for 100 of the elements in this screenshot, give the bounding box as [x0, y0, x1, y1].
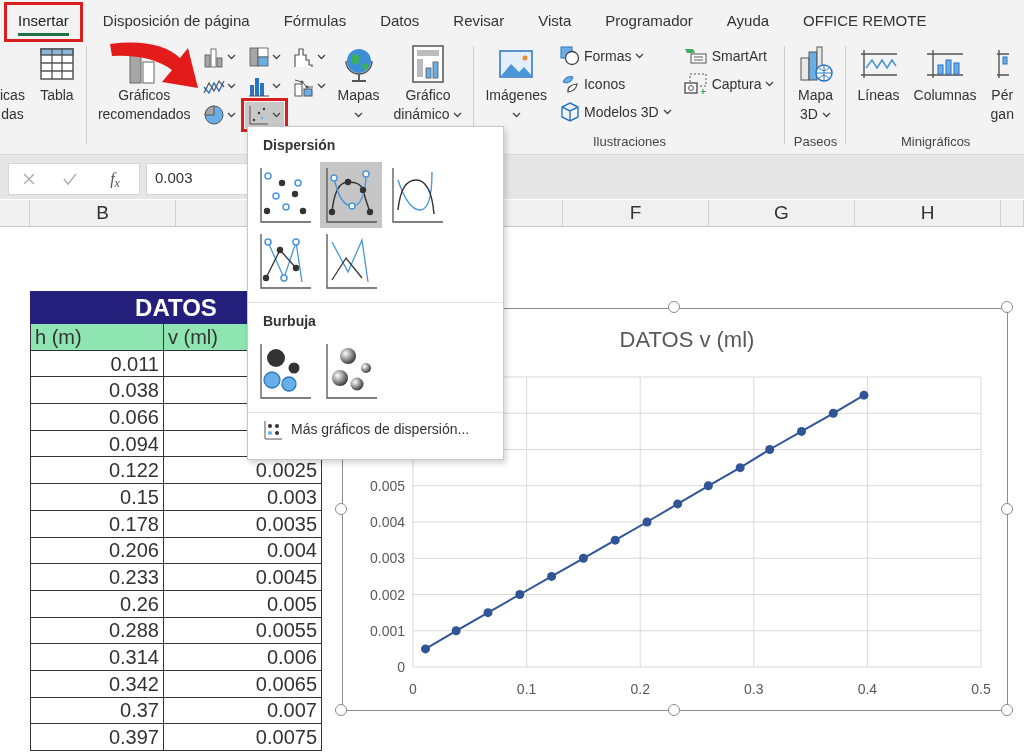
- ribbon-tab[interactable]: Datos: [370, 5, 430, 38]
- column-header[interactable]: H: [855, 200, 1001, 226]
- ribbon-tab[interactable]: Revisar: [443, 5, 515, 38]
- section-title: Dispersión: [262, 136, 337, 155]
- table-cell: 0.122: [30, 456, 164, 484]
- ribbon-button[interactable]: Mapas: [332, 38, 385, 128]
- smooth-lines-icon: [390, 166, 444, 224]
- table-cell: 0.007: [163, 697, 322, 724]
- resize-handle[interactable]: [1001, 301, 1013, 313]
- 3d-bubble-chart-icon: [324, 342, 378, 400]
- data-point: [578, 553, 588, 563]
- data-point: [483, 608, 493, 618]
- column-chart-icon: [202, 46, 225, 68]
- smooth-lines-markers-icon: [324, 166, 378, 224]
- axis-label: 0.4: [857, 681, 878, 697]
- table-cell: 0.0075: [163, 723, 322, 751]
- data-point: [421, 644, 430, 654]
- ribbon-button[interactable]: Modelos 3D: [555, 98, 676, 126]
- ribbon-button[interactable]: Columnas: [908, 38, 982, 109]
- table-cell: 0.26: [30, 590, 164, 618]
- column-sparkline-icon: [925, 48, 966, 80]
- data-point: [451, 626, 461, 636]
- cube-icon: [559, 102, 580, 122]
- chart-document-icon: [410, 44, 446, 84]
- ribbon-tab[interactable]: Programador: [595, 5, 703, 38]
- ribbon-button[interactable]: Gráfico dinámico: [388, 38, 468, 128]
- column-heading: h (m): [30, 323, 164, 351]
- caret-icon: [226, 83, 236, 89]
- camera-icon: [683, 73, 708, 95]
- straight-lines-icon: [324, 232, 378, 290]
- insert-function-button[interactable]: f$_{x}$: [104, 166, 126, 192]
- caret-icon: [662, 109, 672, 115]
- table-cell: 0.178: [30, 510, 164, 537]
- scatter-chart-icon: [247, 104, 270, 126]
- caret-icon: [226, 112, 236, 118]
- column-header[interactable]: F: [563, 200, 709, 226]
- data-point: [828, 408, 838, 418]
- ribbon-tab[interactable]: Fórmulas: [273, 5, 357, 38]
- table-cell: 0.0045: [163, 563, 322, 591]
- table-cell: 0.006: [163, 643, 322, 671]
- table-cell: 0.011: [30, 350, 164, 377]
- table-cell: 0.005: [163, 590, 322, 618]
- column-header[interactable]: B: [30, 200, 176, 226]
- resize-handle[interactable]: [335, 503, 347, 515]
- data-point: [703, 481, 713, 491]
- ribbon-button[interactable]: Tabla: [33, 38, 80, 109]
- caret-icon: [271, 54, 281, 60]
- ribbon-button[interactable]: Gráficos recomendados: [92, 38, 196, 128]
- caret-icon: [765, 81, 775, 87]
- diagram-icon: [683, 46, 708, 66]
- leaf-icon: [559, 74, 580, 94]
- resize-handle[interactable]: [1001, 704, 1013, 716]
- axis-label: 0.5: [971, 681, 991, 697]
- ribbon-button[interactable]: Pér gan: [985, 38, 1019, 128]
- caret-icon: [453, 112, 463, 119]
- data-point: [797, 426, 806, 436]
- treemap-icon: [247, 46, 270, 68]
- axis-label: 0: [409, 681, 417, 697]
- axis-label: 0.003: [369, 550, 405, 567]
- pie-chart-icon: [202, 104, 225, 126]
- ribbon-button[interactable]: Formas: [555, 42, 676, 70]
- group-label: Ilustraciones: [592, 133, 667, 152]
- caret-icon: [511, 112, 521, 119]
- resize-handle[interactable]: [668, 301, 680, 313]
- ribbon-button[interactable]: icas das: [0, 38, 30, 128]
- ribbon-tab[interactable]: Disposición de página: [92, 5, 260, 38]
- data-point: [515, 590, 525, 599]
- ribbon-button[interactable]: Mapa 3D: [791, 38, 840, 128]
- ribbon-tab[interactable]: Vista: [528, 5, 582, 38]
- ribbon-button[interactable]: Imágenes: [480, 38, 552, 128]
- table-cell: 0.003: [163, 483, 322, 511]
- cancel-icon: [22, 172, 37, 186]
- data-point: [735, 463, 745, 473]
- column-header[interactable]: G: [709, 200, 855, 226]
- scatter-markers-icon: [258, 166, 312, 224]
- resize-handle[interactable]: [668, 704, 680, 716]
- table-cell: 0.038: [30, 376, 164, 404]
- caret-icon: [821, 112, 831, 119]
- axis-label: 0.1: [516, 681, 537, 697]
- table-cell: 0.288: [30, 617, 164, 644]
- ribbon-button[interactable]: Captura: [679, 70, 779, 98]
- ribbon-button[interactable]: Líneas: [852, 38, 905, 109]
- scatter-chart-icon: [263, 419, 283, 440]
- resize-handle[interactable]: [1001, 503, 1013, 515]
- ribbon-tab[interactable]: OFFICE REMOTE: [793, 5, 937, 38]
- resize-handle[interactable]: [335, 704, 347, 716]
- group-label: Minigráficos: [900, 133, 972, 152]
- caret-icon: [226, 54, 236, 60]
- sparkline-icon: [995, 48, 1010, 80]
- caret-icon: [316, 54, 326, 60]
- caret-icon: [271, 83, 281, 89]
- ribbon-button[interactable]: SmartArt: [679, 42, 779, 70]
- chart-type-option[interactable]: [320, 162, 382, 228]
- histogram-icon: [247, 75, 270, 97]
- ribbon-tab[interactable]: Ayuda: [716, 5, 780, 38]
- data-point: [547, 571, 557, 581]
- table-cell: 0.094: [30, 430, 164, 457]
- ribbon-button[interactable]: Iconos: [555, 70, 676, 98]
- line-sparkline-icon: [858, 48, 899, 80]
- group-label: Paseos: [792, 133, 839, 152]
